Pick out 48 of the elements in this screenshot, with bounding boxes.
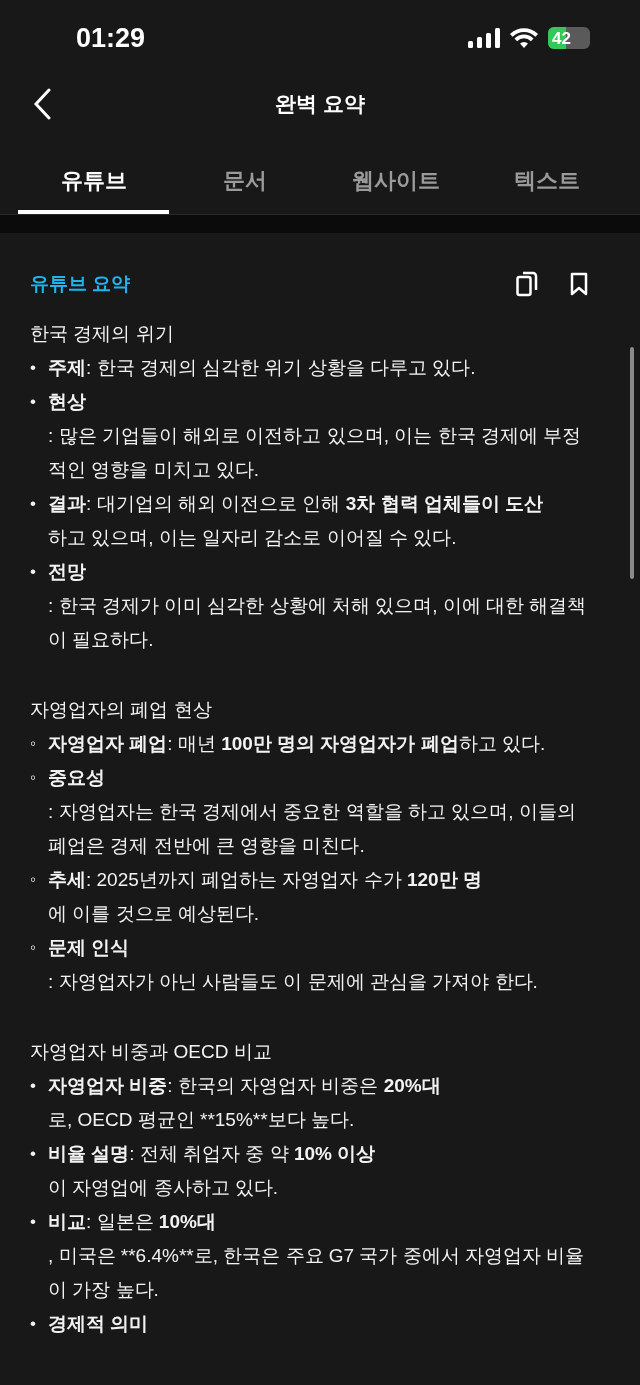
battery-indicator: 42 — [548, 27, 590, 49]
bullet-mark: ◦ — [30, 937, 38, 959]
summary-text: 추세: 2025년까지 폐업하는 자영업자 수가 120만 명 — [48, 868, 483, 892]
summary-text: 에 이를 것으로 예상된다. — [48, 902, 261, 926]
summary-text: 중요성 — [48, 766, 106, 790]
signal-icon — [468, 28, 500, 48]
summary-text: 주제: 한국 경제의 심각한 위기 상황을 다루고 있다. — [48, 356, 477, 380]
bullet-mark: • — [30, 493, 37, 515]
wifi-icon — [510, 28, 538, 48]
summary-text: 경제적 의미 — [48, 1312, 150, 1336]
summary-text: 전망 — [48, 560, 87, 584]
bullet-mark: • — [30, 391, 37, 413]
summary-heading: 유튜브 요약 — [30, 271, 131, 296]
page-title: 완벽 요약 — [275, 91, 365, 118]
status-time: 01:29 — [76, 21, 146, 55]
tab[interactable]: 문서 — [169, 150, 320, 214]
tab[interactable]: 텍스트 — [471, 150, 622, 214]
summary-text: : 자영업자가 아닌 사람들도 이 문제에 관심을 가져야 한다. — [48, 970, 539, 994]
summary-text: 로, OECD 평균인 **15%**보다 높다. — [48, 1108, 356, 1132]
bullet-mark: • — [30, 1075, 37, 1097]
summary-text: 현상 — [48, 390, 87, 414]
summary-text: , 미국은 **6.4%**로, 한국은 주요 G7 국가 중에서 자영업자 비율이 가장 높다. — [48, 1244, 586, 1302]
bullet-mark: • — [30, 1313, 37, 1335]
summary-text: : 한국 경제가 이미 심각한 상황에 처해 있으며, 이에 대한 해결책이 필요하다. — [48, 594, 588, 652]
summary-text: 비율 설명: 전체 취업자 중 약 10% 이상 — [48, 1142, 377, 1166]
bullet-mark: • — [30, 1211, 37, 1233]
summary-text: 결과: 대기업의 해외 이전으로 인해 3차 협력 업체들이 도산 — [48, 492, 545, 516]
bullet-mark: ◦ — [30, 767, 38, 789]
section-title: 자영업자 비중과 OECD 비교 — [30, 1040, 273, 1064]
bullet-mark: ◦ — [30, 733, 38, 755]
bullet-mark: • — [30, 1143, 37, 1165]
section-title: 한국 경제의 위기 — [30, 322, 175, 346]
bullet-mark: ◦ — [30, 869, 38, 891]
summary-text: 자영업자 비중: 한국의 자영업자 비중은 20%대 — [48, 1074, 442, 1098]
tab[interactable]: 웹사이트 — [320, 150, 471, 214]
summary-text: 비교: 일본은 10%대 — [48, 1210, 217, 1234]
summary-text: : 많은 기업들이 해외로 이전하고 있으며, 이는 한국 경제에 부정적인 영향을 미치고 있다. — [48, 424, 583, 482]
summary-text: 자영업자 폐업: 매년 100만 명의 자영업자가 폐업하고 있다. — [48, 732, 547, 756]
summary-text: 하고 있으며, 이는 일자리 감소로 이어질 수 있다. — [48, 526, 458, 550]
summary-text: : 자영업자는 한국 경제에서 중요한 역할을 하고 있으며, 이들의 폐업은 경제 전반에 큰 영향을 미친다. — [48, 800, 577, 858]
summary-text: 이 자영업에 종사하고 있다. — [48, 1176, 280, 1200]
bullet-mark: • — [30, 357, 37, 379]
copy-icon[interactable] — [516, 271, 538, 297]
section-title: 자영업자의 폐업 현상 — [30, 698, 213, 722]
summary-text: 문제 인식 — [48, 936, 131, 960]
bullet-mark: • — [30, 561, 37, 583]
back-icon[interactable] — [33, 88, 51, 120]
bookmark-icon[interactable] — [570, 272, 588, 296]
